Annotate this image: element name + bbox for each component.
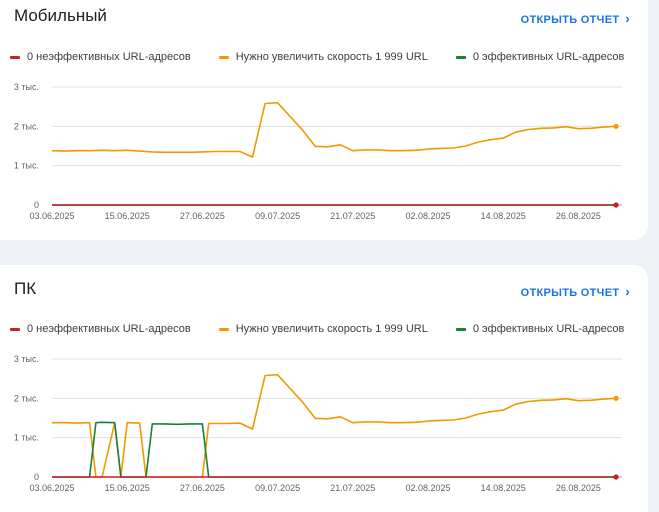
legend-swatch-poor [10, 55, 20, 59]
series-line-good [52, 421, 616, 478]
open-report-link[interactable]: ОТКРЫТЬ ОТЧЕТ › [521, 284, 630, 299]
legend-label: Нужно увеличить скорость 1 999 URL [235, 323, 428, 335]
y-tick-label: 2 тыс. [14, 393, 39, 403]
legend-item-poor[interactable]: 0 неэффективных URL-адресов [10, 51, 191, 63]
x-tick-label: 26.08.2025 [556, 211, 601, 221]
x-tick-label: 15.06.2025 [105, 211, 150, 221]
x-tick-label: 03.06.2025 [29, 211, 74, 221]
x-tick-label: 14.08.2025 [481, 211, 526, 221]
legend: 0 неэффективных URL-адресов Нужно увелич… [10, 323, 624, 335]
open-report-label: ОТКРЫТЬ ОТЧЕТ [520, 14, 620, 26]
card-title: ПК [14, 279, 37, 298]
x-tick-label: 09.07.2025 [255, 211, 300, 221]
y-tick-label: 2 тыс. [14, 121, 39, 131]
legend-item-improve[interactable]: Нужно увеличить скорость 1 999 URL [218, 51, 428, 63]
series-line-improve [52, 373, 617, 478]
legend-label: 0 эффективных URL-адресов [472, 51, 625, 63]
series-end-point-improve [613, 395, 619, 401]
card-mobile: Мобильный ОТКРЫТЬ ОТЧЕТ › 0 неэффективных… [0, 0, 648, 240]
chart-pc: 0 1 тыс. 2 тыс. 3 тыс. 03.06.2025 15.06.2025 2… [14, 354, 622, 493]
open-report-label: ОТКРЫТЬ ОТЧЕТ [520, 287, 620, 299]
x-tick-label: 09.07.2025 [255, 483, 300, 493]
legend-item-poor[interactable]: 0 неэффективных URL-адресов [10, 323, 191, 335]
open-report-link[interactable]: ОТКРЫТЬ ОТЧЕТ › [521, 11, 630, 26]
legend-label: 0 неэффективных URL-адресов [27, 323, 191, 335]
legend-swatch-improve [218, 55, 229, 59]
x-tick-label: 15.06.2025 [105, 483, 150, 493]
chevron-right-icon: › [625, 284, 630, 299]
x-tick-label: 21.07.2025 [330, 211, 375, 221]
legend-item-improve[interactable]: Нужно увеличить скорость 1 999 URL [218, 323, 428, 335]
x-tick-label: 14.08.2025 [481, 483, 526, 493]
legend-label: 0 неэффективных URL-адресов [27, 51, 191, 63]
x-tick-label: 02.08.2025 [405, 211, 450, 221]
x-tick-label: 27.06.2025 [180, 483, 225, 493]
y-tick-label: 1 тыс. [14, 433, 39, 443]
x-tick-label: 02.08.2025 [405, 483, 450, 493]
card-pc: ПК ОТКРЫТЬ ОТЧЕТ › 0 неэффективных URL-ад… [0, 265, 648, 512]
card-title: Мобильный [14, 6, 107, 25]
chart-mobile: 0 1 тыс. 2 тыс. 3 тыс. 03.06.2025 15.06.2025 2… [14, 82, 622, 221]
series-line-improve [51, 101, 617, 158]
legend-swatch-poor [10, 327, 20, 331]
legend-item-good[interactable]: 0 эффективных URL-адресов [455, 51, 625, 63]
legend-label: Нужно увеличить скорость 1 999 URL [235, 51, 428, 63]
chevron-right-icon: › [625, 11, 630, 26]
y-tick-label: 3 тыс. [14, 82, 39, 92]
legend-swatch-good [455, 55, 466, 59]
legend-item-good[interactable]: 0 эффективных URL-адресов [455, 323, 625, 335]
x-tick-label: 26.08.2025 [556, 483, 601, 493]
series-end-point-poor [613, 202, 619, 208]
y-tick-label: 0 [34, 200, 39, 210]
x-tick-label: 03.06.2025 [29, 483, 74, 493]
x-tick-label: 21.07.2025 [330, 483, 375, 493]
x-tick-label: 27.06.2025 [180, 211, 225, 221]
legend-label: 0 эффективных URL-адресов [472, 323, 625, 335]
y-tick-label: 0 [34, 472, 39, 482]
y-tick-label: 1 тыс. [14, 161, 39, 171]
legend-swatch-good [455, 327, 466, 331]
series-end-point-improve [613, 123, 619, 129]
y-tick-label: 3 тыс. [14, 354, 39, 364]
legend: 0 неэффективных URL-адресов Нужно увелич… [10, 51, 624, 63]
series-end-point-poor [613, 474, 619, 480]
legend-swatch-improve [218, 327, 229, 331]
